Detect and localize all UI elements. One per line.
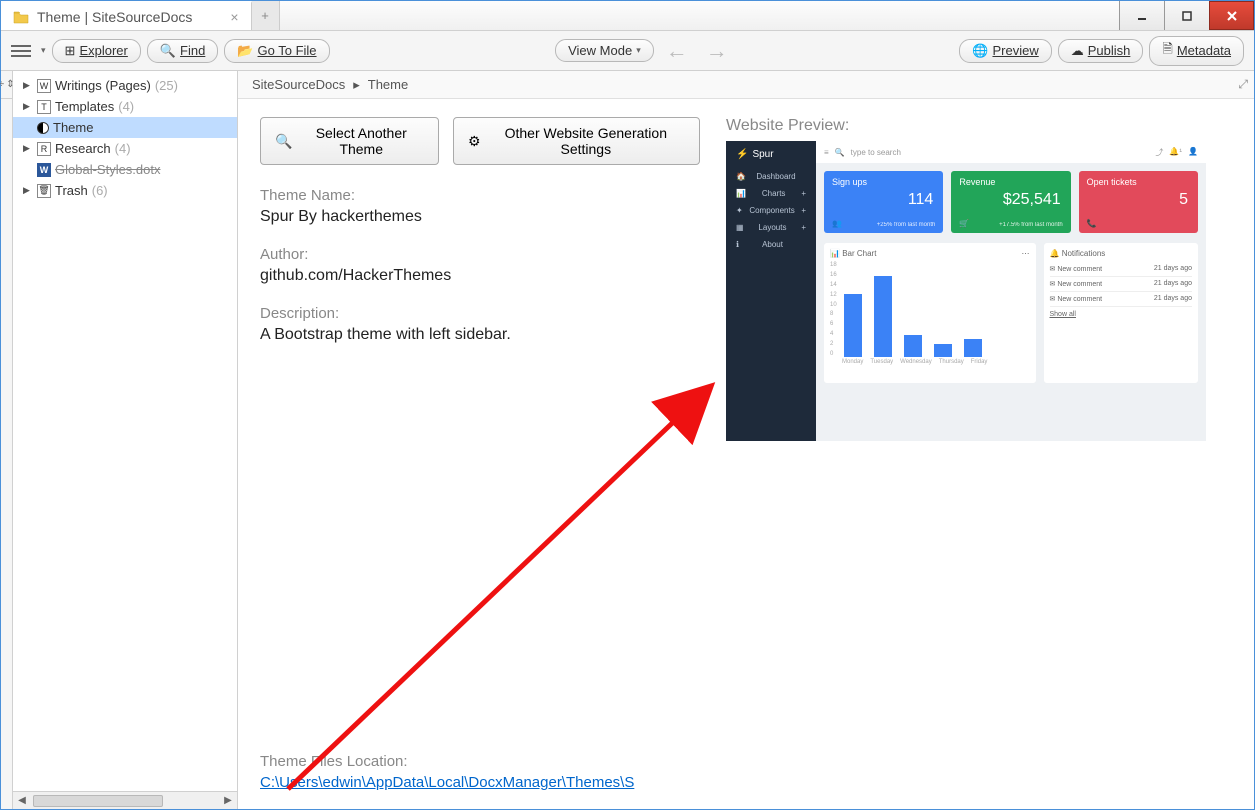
preview-menu-icon: ≡ xyxy=(824,148,829,157)
minimize-button[interactable] xyxy=(1119,1,1164,30)
scroll-left-icon[interactable]: ◀ xyxy=(13,795,31,806)
files-location-link[interactable]: C:\Users\edwin\AppData\Local\DocxManager… xyxy=(260,774,634,791)
breadcrumb-sep-icon: ▸ xyxy=(353,77,360,93)
preview-brand: ⚡ Spur xyxy=(726,141,816,168)
tree-item-writings[interactable]: ▶WWritings (Pages) (25) xyxy=(13,75,237,96)
tree-item-templates[interactable]: ▶TTemplates (4) xyxy=(13,96,237,117)
description-value: A Bootstrap theme with left sidebar. xyxy=(260,326,700,344)
doc-icon: R xyxy=(37,142,51,156)
template-icon: T xyxy=(37,100,51,114)
preview-notifications: 🔔 Notifications ✉ New comment21 days ago… xyxy=(1044,243,1199,383)
tab-close-icon[interactable]: × xyxy=(230,9,238,25)
close-button[interactable] xyxy=(1209,1,1254,30)
preview-chart: 📊 Bar Chart⋯ 181614121086420 MondayTuesd… xyxy=(824,243,1036,383)
view-mode-button[interactable]: View Mode ▾ xyxy=(555,39,654,62)
scroll-thumb[interactable] xyxy=(33,795,163,807)
preview-avatar-icon: 👤 xyxy=(1188,147,1198,158)
description-label: Description: xyxy=(260,305,700,322)
menu-icon[interactable] xyxy=(11,45,31,57)
gutter: ÷⇕ xyxy=(1,71,13,809)
website-preview: ⚡ Spur 🏠 Dashboard 📊 Charts+ ✦ Component… xyxy=(726,141,1206,441)
preview-nav-layouts: ▦ Layouts+ xyxy=(726,219,816,236)
preview-nav-components: ✦ Components+ xyxy=(726,202,816,219)
select-another-theme-button[interactable]: 🔍Select Another Theme xyxy=(260,117,439,165)
new-tab-button[interactable]: + xyxy=(252,1,280,30)
theme-name-value: Spur By hackerthemes xyxy=(260,208,700,226)
page-icon: W xyxy=(37,79,51,93)
files-location-label: Theme Files Location: xyxy=(260,753,634,770)
tree-item-globalstyles[interactable]: ▶WGlobal-Styles.dotx xyxy=(13,159,237,180)
preview-label: Website Preview: xyxy=(726,117,1232,135)
expand-panel-icon[interactable]: ⤢ xyxy=(1238,77,1248,92)
preview-topbar: ≡ 🔍 type to search ⤴🔔¹👤 xyxy=(816,141,1206,163)
globe-icon: 🌐 xyxy=(972,43,988,59)
tree: ▶WWritings (Pages) (25) ▶TTemplates (4) … xyxy=(13,71,237,791)
tree-item-trash[interactable]: ▶🗑Trash (6) xyxy=(13,180,237,201)
expander-icon[interactable]: ▶ xyxy=(23,80,32,91)
publish-button[interactable]: ☁Publish xyxy=(1058,39,1144,63)
cloud-upload-icon: ☁ xyxy=(1071,43,1084,59)
expander-icon[interactable]: ▶ xyxy=(23,101,32,112)
find-button[interactable]: 🔍Find xyxy=(147,39,218,63)
word-icon: W xyxy=(37,163,51,177)
goto-file-button[interactable]: 📂Go To File xyxy=(224,39,329,63)
gear-icon: ⚙ xyxy=(468,133,481,150)
search-icon: 🔍 xyxy=(160,43,176,59)
preview-nav-charts: 📊 Charts+ xyxy=(726,185,816,202)
breadcrumb-page[interactable]: Theme xyxy=(368,77,408,92)
theme-icon xyxy=(37,122,49,134)
preview-button[interactable]: 🌐Preview xyxy=(959,39,1051,63)
toolbar: ▾ ⊞Explorer 🔍Find 📂Go To File View Mode … xyxy=(1,31,1254,71)
other-settings-button[interactable]: ⚙Other Website Generation Settings xyxy=(453,117,700,165)
document-icon: 🗎 xyxy=(1162,40,1172,62)
menu-caret-icon[interactable]: ▾ xyxy=(41,45,46,56)
expander-icon[interactable]: ▶ xyxy=(23,185,32,196)
sidebar-scrollbar[interactable]: ◀ ▶ xyxy=(13,791,237,809)
sidebar: ▶WWritings (Pages) (25) ▶TTemplates (4) … xyxy=(13,71,238,809)
tree-icon: ⊞ xyxy=(65,43,76,59)
folder-icon xyxy=(13,10,29,24)
trash-icon: 🗑 xyxy=(37,184,51,198)
preview-card-revenue: Revenue $25,541 🛒+17.5% from last month xyxy=(951,171,1070,233)
metadata-button[interactable]: 🗎Metadata xyxy=(1149,36,1244,66)
nav-back-button[interactable]: ← xyxy=(660,38,694,64)
titlebar: Theme | SiteSourceDocs × + xyxy=(1,1,1254,31)
tree-item-research[interactable]: ▶RResearch (4) xyxy=(13,138,237,159)
author-label: Author: xyxy=(260,246,700,263)
author-value: github.com/HackerThemes xyxy=(260,267,700,285)
preview-card-tickets: Open tickets 5 📞 xyxy=(1079,171,1198,233)
breadcrumb-root[interactable]: SiteSourceDocs xyxy=(252,77,345,92)
nav-forward-button[interactable]: → xyxy=(700,38,734,64)
explorer-button[interactable]: ⊞Explorer xyxy=(52,39,141,63)
chevron-down-icon: ▾ xyxy=(636,45,641,56)
folder-open-icon: 📂 xyxy=(237,43,253,59)
preview-card-signups: Sign ups 114 👥+25% from last month xyxy=(824,171,943,233)
tab-active[interactable]: Theme | SiteSourceDocs × xyxy=(1,1,252,30)
theme-name-label: Theme Name: xyxy=(260,187,700,204)
tree-item-theme[interactable]: ▶Theme xyxy=(13,117,237,138)
preview-nav-dashboard: 🏠 Dashboard xyxy=(726,168,816,185)
maximize-button[interactable] xyxy=(1164,1,1209,30)
scroll-right-icon[interactable]: ▶ xyxy=(219,795,237,806)
tab-title: Theme | SiteSourceDocs xyxy=(37,9,192,25)
breadcrumb: SiteSourceDocs ▸ Theme ⤢ xyxy=(238,71,1254,99)
preview-search-icon: 🔍 xyxy=(835,148,845,157)
preview-nav-about: ℹ About xyxy=(726,236,816,253)
search-icon: 🔍 xyxy=(275,133,292,150)
collapse-icon[interactable]: ÷ xyxy=(0,79,4,90)
expander-icon[interactable]: ▶ xyxy=(23,143,32,154)
